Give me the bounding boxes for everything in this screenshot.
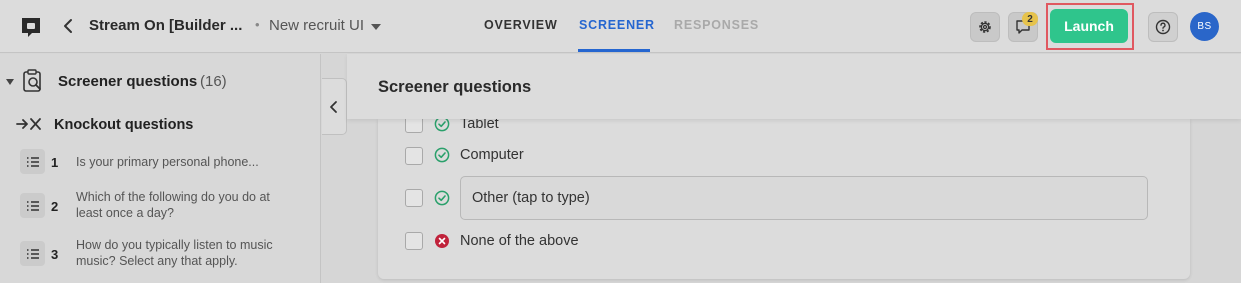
- study-subtitle[interactable]: New recruit UI: [269, 17, 364, 34]
- sidebar-section-count: (16): [200, 73, 227, 90]
- check-circle-icon: [434, 190, 450, 206]
- chevron-left-icon: [330, 100, 337, 113]
- title-separator: •: [255, 17, 260, 32]
- knockout-arrow-x-icon: [16, 118, 41, 130]
- sidebar-question-item[interactable]: 3 How do you typically listen to music m…: [0, 236, 320, 272]
- study-title[interactable]: Stream On [Builder ...: [89, 17, 242, 34]
- list-icon: [20, 149, 45, 174]
- user-avatar[interactable]: BS: [1190, 12, 1219, 41]
- question-text: Is your primary personal phone...: [76, 155, 259, 169]
- caret-down-icon[interactable]: [370, 22, 382, 32]
- option-label: Computer: [460, 147, 524, 163]
- x-circle-icon: [435, 234, 449, 248]
- option-label: None of the above: [460, 233, 579, 249]
- question-text: How do you typically listen to music mus…: [76, 238, 273, 268]
- main-header: Screener questions: [347, 54, 1241, 119]
- back-chevron-icon[interactable]: [60, 16, 76, 36]
- sidebar: Screener questions (16) Knockout questio…: [0, 54, 321, 283]
- question-mark-icon: [1155, 19, 1171, 35]
- launch-button[interactable]: Launch: [1050, 9, 1128, 43]
- tab-screener[interactable]: SCREENER: [579, 18, 655, 32]
- gear-icon: [979, 21, 991, 33]
- top-bar: Stream On [Builder ... • New recruit UI …: [0, 0, 1241, 53]
- question-number: 1: [51, 155, 59, 170]
- question-text: Which of the following do you do at leas…: [76, 190, 270, 220]
- option-checkbox[interactable]: [405, 189, 423, 207]
- help-button[interactable]: [1148, 12, 1178, 42]
- list-icon: [20, 193, 45, 218]
- tab-overview[interactable]: OVERVIEW: [484, 18, 558, 32]
- option-checkbox[interactable]: [405, 147, 423, 165]
- check-circle-icon: [434, 147, 450, 163]
- other-option-input[interactable]: Other (tap to type): [460, 176, 1148, 220]
- page-title: Screener questions: [378, 78, 532, 96]
- question-number: 3: [51, 247, 59, 262]
- option-checkbox[interactable]: [405, 232, 423, 250]
- comment-count-badge: 2: [1022, 12, 1038, 26]
- tab-responses[interactable]: RESPONSES: [674, 18, 759, 32]
- collapse-caret-icon[interactable]: [6, 79, 14, 85]
- question-number: 2: [51, 199, 59, 214]
- list-icon: [20, 241, 45, 266]
- active-tab-indicator: [578, 49, 650, 52]
- sidebar-question-item[interactable]: 2 Which of the following do you do at le…: [0, 188, 320, 224]
- app-logo-icon[interactable]: [19, 15, 43, 39]
- sidebar-question-item[interactable]: 1 Is your primary personal phone...: [0, 149, 320, 177]
- sidebar-section-title[interactable]: Screener questions: [58, 73, 197, 90]
- knockout-questions-title[interactable]: Knockout questions: [54, 117, 193, 133]
- option-label: Other (tap to type): [472, 190, 590, 206]
- settings-button[interactable]: [970, 12, 1000, 42]
- clipboard-search-icon: [23, 69, 41, 92]
- collapse-sidebar-button[interactable]: [322, 78, 347, 135]
